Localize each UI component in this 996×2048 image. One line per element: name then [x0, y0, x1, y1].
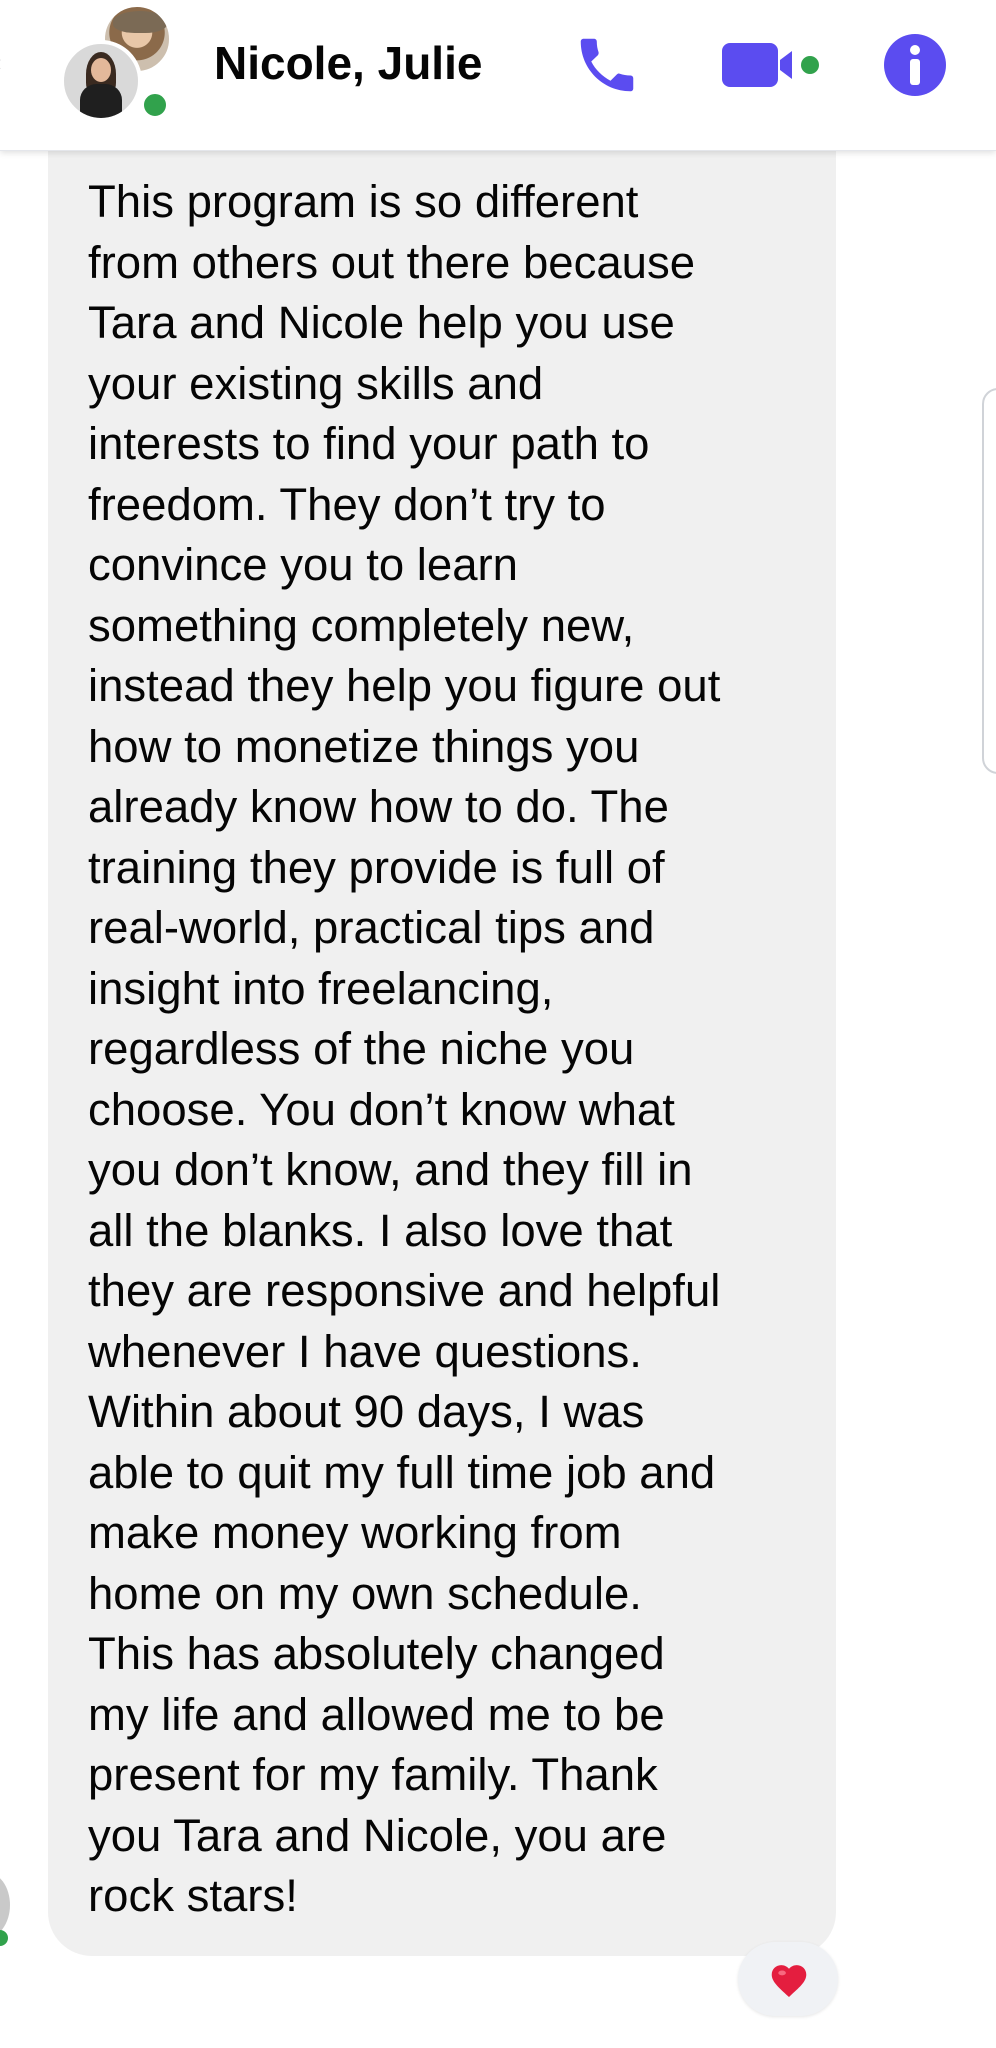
message-bubble[interactable]: This program is so different from others… [48, 150, 836, 1956]
messenger-chat-screen: ‹ Nicole, Julie [0, 0, 996, 2048]
info-button[interactable] [880, 30, 950, 100]
info-icon [884, 34, 946, 96]
heart-icon [771, 1965, 807, 1997]
chat-title[interactable]: Nicole, Julie [214, 36, 482, 90]
message-reaction[interactable] [738, 1942, 838, 2016]
video-call-button[interactable] [722, 30, 840, 100]
scrollbar-handle[interactable] [982, 388, 996, 774]
sender-online-dot [0, 1930, 8, 1946]
message-thread[interactable]: This program is so different from others… [0, 150, 996, 2048]
group-avatar[interactable] [60, 4, 180, 124]
chat-header: ‹ Nicole, Julie [0, 0, 996, 151]
phone-icon [580, 38, 634, 92]
sender-avatar[interactable] [0, 1872, 10, 1938]
online-status-dot [140, 90, 170, 120]
message-text: This program is so different from others… [88, 176, 721, 1921]
video-camera-icon [722, 43, 819, 87]
avatar-nicole [60, 40, 142, 122]
back-arrow-icon[interactable]: ‹ [0, 52, 4, 74]
audio-call-button[interactable] [572, 30, 642, 100]
